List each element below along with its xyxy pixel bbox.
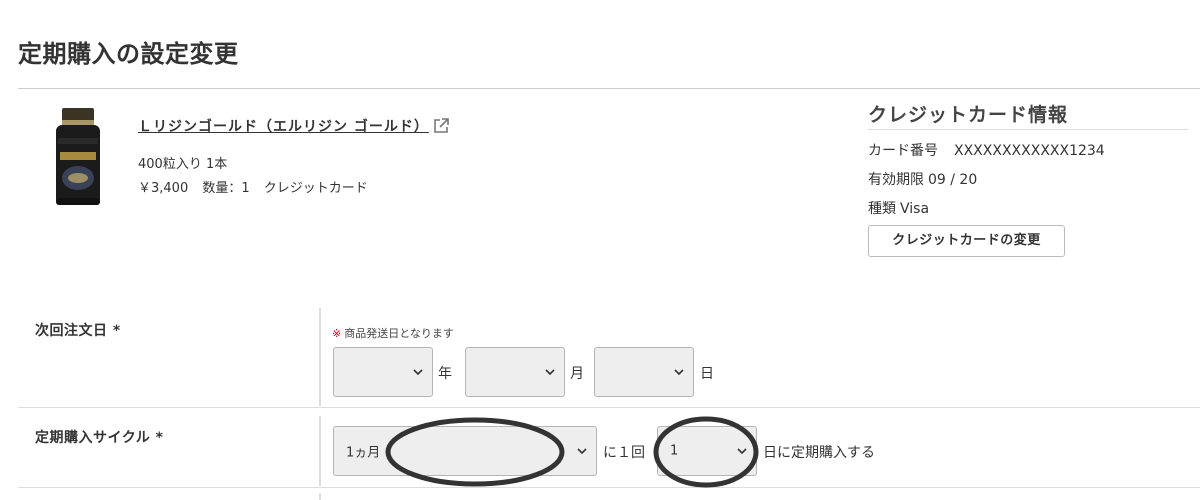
- product-image: [56, 108, 100, 205]
- external-link-icon[interactable]: [432, 117, 450, 135]
- card-type-label: 種類: [868, 201, 896, 217]
- card-number-label: カード番号: [868, 143, 938, 159]
- chevron-down-icon: [577, 448, 587, 454]
- card-number-value: XXXXXXXXXXXX1234: [954, 143, 1105, 159]
- month-select[interactable]: [465, 347, 565, 397]
- row-divider: [319, 493, 321, 500]
- product-payment-method: クレジットカード: [263, 181, 368, 196]
- chevron-down-icon: [413, 369, 423, 375]
- subscription-settings-page: 定期購入の設定変更 Ｌリジンゴールド（エルリジン ゴールド） 400粒入り 1本…: [0, 0, 1200, 500]
- card-number-row: カード番号 XXXXXXXXXXXX1234: [868, 140, 1105, 160]
- year-unit: 年: [438, 366, 452, 382]
- page-title: 定期購入の設定変更: [18, 40, 239, 68]
- product-name-link[interactable]: Ｌリジンゴールド（エルリジン ゴールド）: [138, 116, 429, 136]
- year-select[interactable]: [333, 347, 433, 397]
- product-price: ￥3,400: [138, 181, 189, 196]
- row-divider: [319, 416, 321, 486]
- row-divider-horizontal: [18, 407, 1200, 408]
- row-divider-horizontal: [18, 487, 1200, 488]
- cycle-period-value: 1ヵ月: [346, 445, 381, 461]
- cycle-day-select[interactable]: 1: [657, 426, 757, 476]
- product-summary: ￥3,400 数量：1 クレジットカード: [138, 177, 378, 196]
- product-quantity: 数量：1: [202, 181, 250, 196]
- credit-card-title: クレジットカード情報: [868, 104, 1069, 126]
- day-select[interactable]: [594, 347, 694, 397]
- card-expiry-label: 有効期限: [868, 172, 924, 188]
- card-expiry-row: 有効期限 09 / 20: [868, 169, 977, 189]
- subscription-cycle-label: 定期購入サイクル *: [35, 430, 164, 446]
- cycle-day-value: 1: [670, 443, 679, 459]
- note-text: 商品発送日となります: [344, 327, 454, 340]
- cycle-period-select[interactable]: 1ヵ月: [333, 426, 597, 476]
- cycle-suffix: 日に定期購入する: [763, 445, 875, 461]
- cycle-times-text: に１回: [603, 445, 645, 461]
- card-type-value: Visa: [900, 201, 930, 217]
- title-divider: [18, 88, 1200, 89]
- card-expiry-value: 09 / 20: [928, 172, 978, 188]
- chevron-down-icon: [737, 448, 747, 454]
- next-order-date-label: 次回注文日 *: [35, 323, 121, 339]
- chevron-down-icon: [674, 369, 684, 375]
- shipping-date-note: ※ 商品発送日となります: [332, 325, 454, 341]
- month-unit: 月: [570, 366, 584, 382]
- card-type-row: 種類 Visa: [868, 198, 929, 218]
- credit-card-divider: [868, 129, 1188, 130]
- change-credit-card-button[interactable]: クレジットカードの変更: [868, 225, 1065, 257]
- day-unit: 日: [700, 366, 714, 382]
- row-divider: [319, 308, 321, 406]
- note-mark: ※: [332, 327, 342, 340]
- product-spec: 400粒入り 1本: [138, 157, 228, 172]
- chevron-down-icon: [545, 369, 555, 375]
